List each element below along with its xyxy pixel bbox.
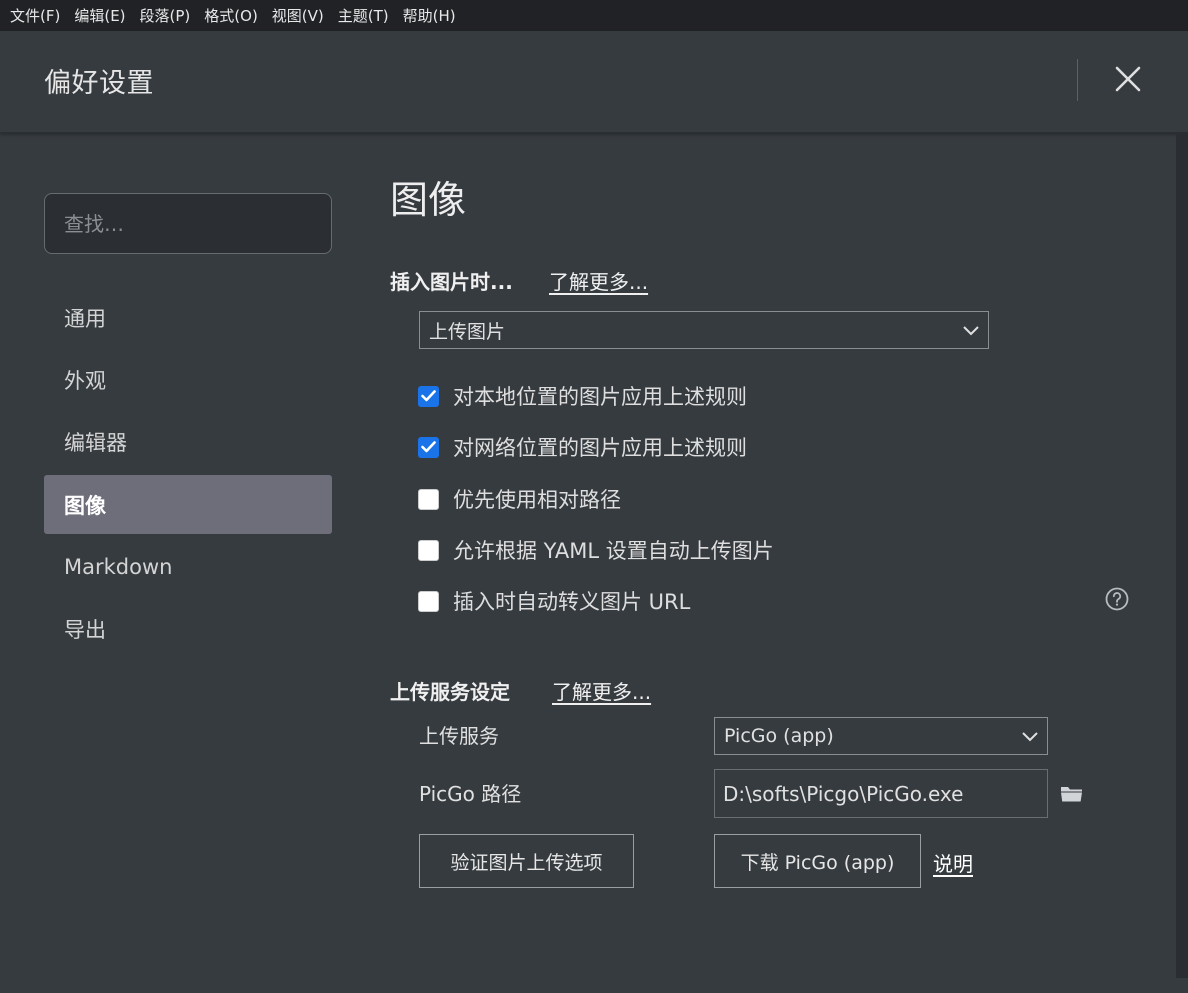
insert-action-value: 上传图片 bbox=[429, 320, 506, 343]
option-relative-path[interactable]: 优先使用相对路径 bbox=[418, 484, 621, 514]
chevron-down-icon bbox=[1022, 732, 1038, 742]
menu-help[interactable]: 帮助(H) bbox=[397, 5, 462, 26]
menu-paragraph[interactable]: 段落(P) bbox=[134, 5, 197, 26]
option-escape-url[interactable]: 插入时自动转义图片 URL bbox=[418, 586, 690, 616]
menu-file[interactable]: 文件(F) bbox=[4, 5, 66, 26]
help-circle-icon[interactable] bbox=[1105, 587, 1129, 611]
dialog-title: 偏好设置 bbox=[44, 68, 154, 99]
sidebar-item-image[interactable]: 图像 bbox=[44, 475, 332, 534]
sidebar-item-markdown[interactable]: Markdown bbox=[44, 537, 332, 596]
explain-link[interactable]: 说明 bbox=[933, 848, 973, 877]
checkmark-icon bbox=[421, 390, 436, 402]
option-yaml-upload[interactable]: 允许根据 YAML 设置自动上传图片 bbox=[418, 535, 774, 565]
folder-icon[interactable] bbox=[1060, 783, 1083, 803]
yaml-upload-checkbox[interactable] bbox=[418, 539, 439, 561]
insert-action-select[interactable]: 上传图片 bbox=[419, 311, 989, 349]
sidebar-item-label: 外观 bbox=[64, 368, 106, 393]
close-button[interactable] bbox=[1108, 59, 1148, 99]
picgo-path-label: PicGo 路径 bbox=[419, 782, 522, 806]
local-images-checkbox[interactable] bbox=[418, 385, 439, 407]
option-local-images[interactable]: 对本地位置的图片应用上述规则 bbox=[418, 381, 747, 411]
download-picgo-button[interactable]: 下载 PicGo (app) bbox=[714, 834, 921, 888]
chevron-down-icon bbox=[963, 326, 979, 336]
upload-service-select[interactable]: PicGo (app) bbox=[714, 717, 1048, 755]
sidebar-item-export[interactable]: 导出 bbox=[44, 599, 332, 658]
option-label: 插入时自动转义图片 URL bbox=[453, 590, 691, 614]
escape-url-checkbox[interactable] bbox=[418, 590, 439, 612]
scrollbar-thumb[interactable] bbox=[1176, 133, 1188, 978]
close-icon bbox=[1115, 66, 1141, 92]
header-divider bbox=[1077, 59, 1078, 101]
menu-view[interactable]: 视图(V) bbox=[266, 5, 330, 26]
preferences-dialog: 偏好设置 通用 外观 编辑器 图像 Markdown 导出 图像 插入图片时..… bbox=[0, 31, 1188, 993]
relative-path-checkbox[interactable] bbox=[418, 488, 439, 510]
search-input[interactable] bbox=[44, 193, 332, 254]
picgo-path-input[interactable] bbox=[714, 769, 1048, 818]
menu-bar: 文件(F) 编辑(E) 段落(P) 格式(O) 视图(V) 主题(T) 帮助(H… bbox=[0, 0, 1188, 31]
option-network-images[interactable]: 对网络位置的图片应用上述规则 bbox=[418, 432, 747, 462]
menu-theme[interactable]: 主题(T) bbox=[332, 5, 395, 26]
checkmark-icon bbox=[421, 441, 436, 453]
section-title: 图像 bbox=[390, 178, 467, 222]
upload-service-label: 上传服务 bbox=[419, 724, 499, 748]
insert-image-group-label: 插入图片时... bbox=[390, 270, 513, 294]
sidebar-item-appearance[interactable]: 外观 bbox=[44, 350, 332, 409]
menu-format[interactable]: 格式(O) bbox=[198, 5, 264, 26]
verify-upload-button[interactable]: 验证图片上传选项 bbox=[419, 834, 634, 888]
option-label: 对网络位置的图片应用上述规则 bbox=[453, 436, 747, 460]
upload-service-value: PicGo (app) bbox=[724, 725, 834, 747]
insert-learn-more-link[interactable]: 了解更多... bbox=[549, 266, 648, 295]
sidebar-item-general[interactable]: 通用 bbox=[44, 288, 332, 347]
sidebar-item-label: 通用 bbox=[64, 306, 106, 331]
network-images-checkbox[interactable] bbox=[418, 436, 439, 458]
sidebar-item-label: 图像 bbox=[64, 493, 106, 518]
option-label: 对本地位置的图片应用上述规则 bbox=[453, 385, 747, 409]
upload-service-group-label: 上传服务设定 bbox=[390, 680, 510, 704]
sidebar-item-label: 导出 bbox=[64, 617, 106, 642]
upload-learn-more-link[interactable]: 了解更多... bbox=[552, 676, 651, 705]
sidebar-item-label: 编辑器 bbox=[64, 430, 127, 455]
option-label: 优先使用相对路径 bbox=[453, 488, 621, 512]
sidebar-item-editor[interactable]: 编辑器 bbox=[44, 412, 332, 471]
sidebar-item-label: Markdown bbox=[64, 554, 173, 579]
option-label: 允许根据 YAML 设置自动上传图片 bbox=[453, 539, 774, 563]
dialog-header: 偏好设置 bbox=[0, 31, 1188, 133]
menu-edit[interactable]: 编辑(E) bbox=[68, 5, 131, 26]
